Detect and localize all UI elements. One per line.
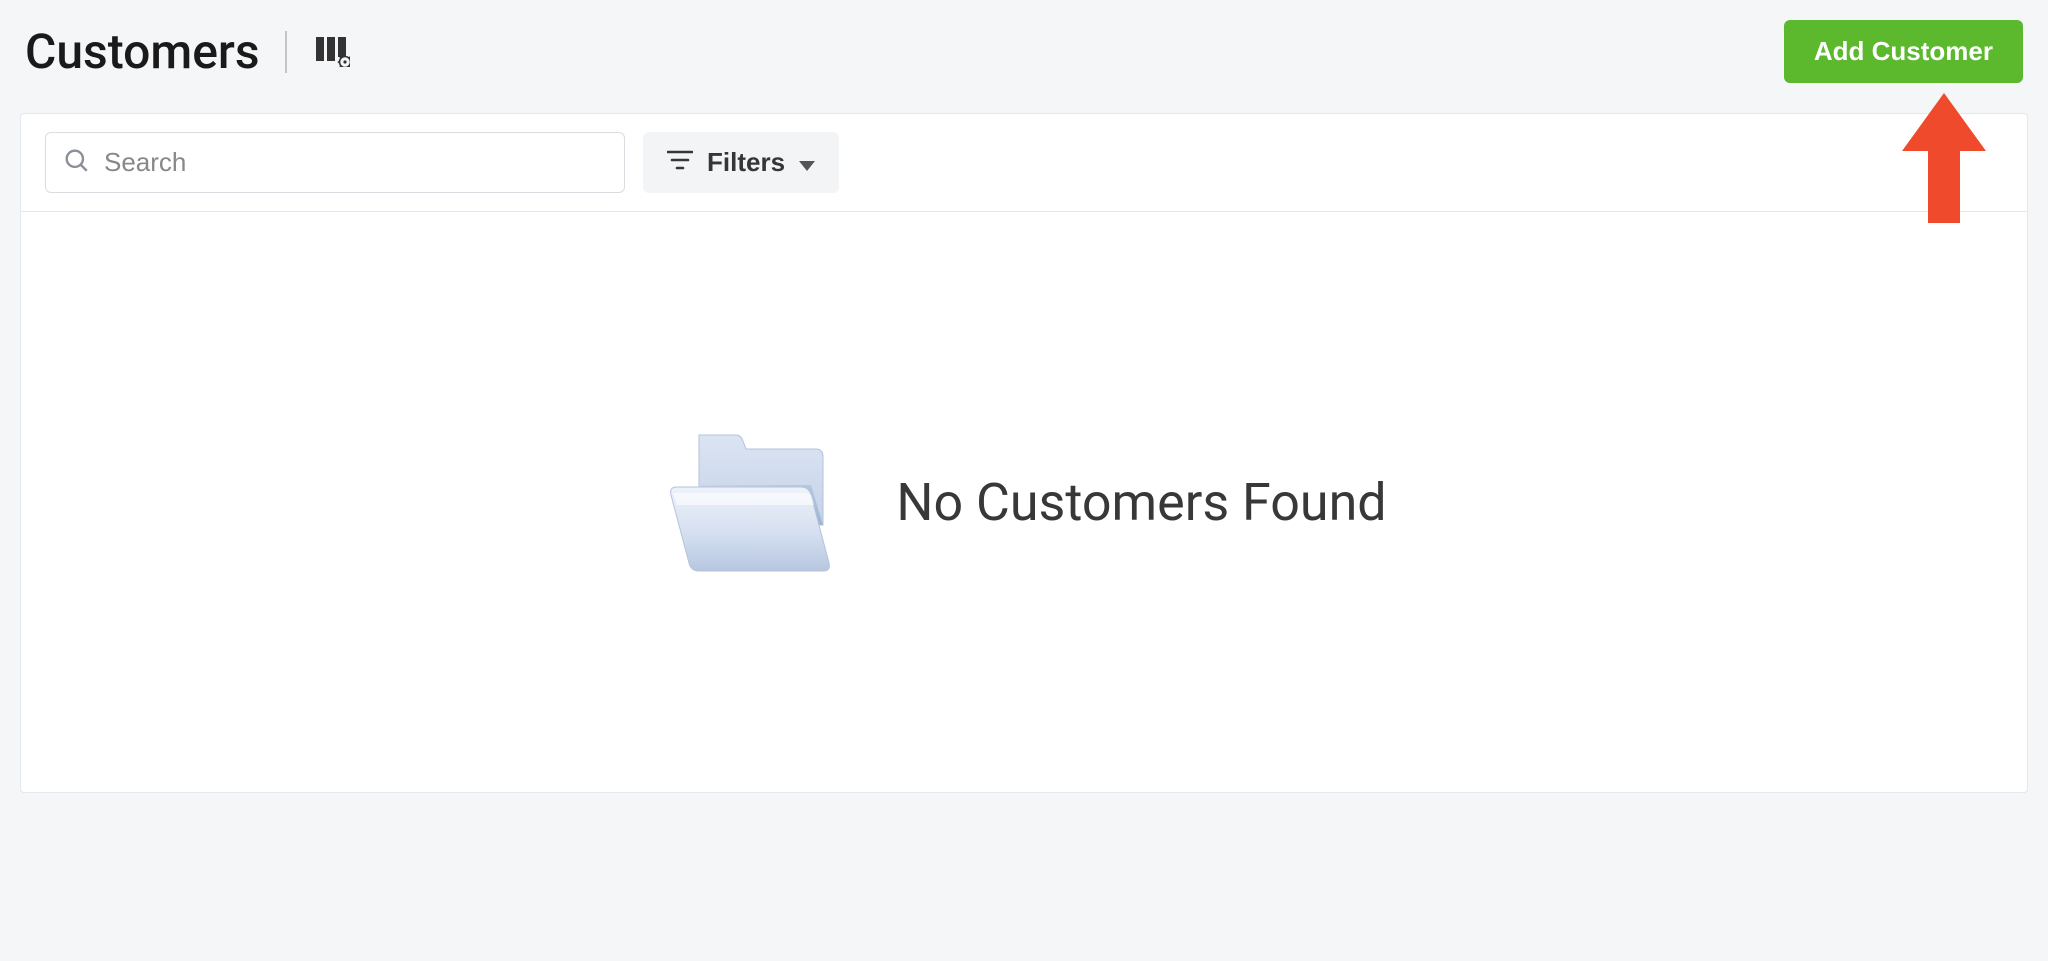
page-title: Customers <box>25 23 260 80</box>
filter-icon <box>667 147 693 178</box>
filters-label: Filters <box>707 147 785 178</box>
search-icon <box>64 148 90 178</box>
page-header: Customers <box>20 20 2028 83</box>
empty-folder-icon <box>661 425 836 580</box>
filters-button[interactable]: Filters <box>643 132 839 193</box>
header-left: Customers <box>25 23 354 80</box>
content-card: Filters <box>20 113 2028 793</box>
add-customer-button[interactable]: Add Customer <box>1784 20 2023 83</box>
column-settings-icon[interactable] <box>312 33 354 71</box>
empty-state: No Customers Found <box>21 212 2027 792</box>
chevron-down-icon <box>799 147 815 178</box>
empty-state-message: No Customers Found <box>896 472 1386 533</box>
search-box[interactable] <box>45 132 625 193</box>
header-divider <box>285 31 287 73</box>
toolbar: Filters <box>21 114 2027 212</box>
search-input[interactable] <box>104 147 606 178</box>
